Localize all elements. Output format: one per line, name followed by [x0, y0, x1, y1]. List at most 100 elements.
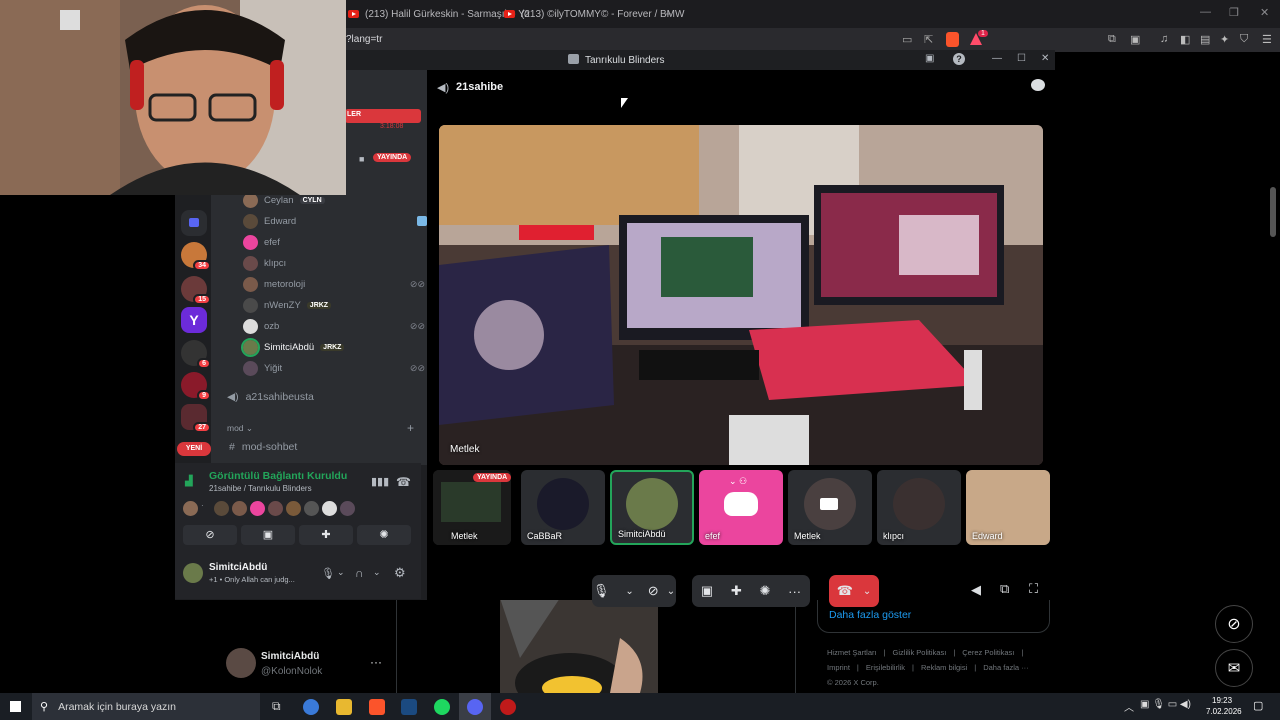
- footer-link[interactable]: Erişilebilirlik: [866, 660, 905, 675]
- server-icon[interactable]: 27: [181, 404, 211, 433]
- file-explorer-icon[interactable]: [336, 699, 352, 715]
- participant-tile[interactable]: CaBBaR: [521, 470, 605, 545]
- server-folder[interactable]: [181, 210, 207, 236]
- sidebar-icon[interactable]: ◧: [1180, 33, 1190, 46]
- grok-icon[interactable]: ⊘: [1215, 605, 1253, 643]
- voice-member[interactable]: SimitciAbdü JRKZ: [241, 337, 345, 357]
- windows-start-icon[interactable]: [10, 701, 21, 712]
- participant-tile[interactable]: klıpcı: [877, 470, 961, 545]
- fullscreen-icon[interactable]: ⛶: [1029, 581, 1038, 597]
- share-screen-icon[interactable]: ▣: [701, 583, 713, 599]
- text-channel[interactable]: # mod-sohbet: [229, 441, 297, 453]
- clock-date[interactable]: 7.02.2026: [1206, 707, 1242, 716]
- url-text[interactable]: ?lang=tr: [346, 34, 382, 45]
- user-name[interactable]: SimitciAbdü: [209, 562, 267, 573]
- messages-icon[interactable]: ✉: [1215, 649, 1253, 687]
- help-icon[interactable]: ?: [953, 53, 965, 65]
- event-banner[interactable]: LER: [345, 109, 421, 123]
- activities-button[interactable]: ✚: [299, 525, 353, 545]
- server-icon[interactable]: Y: [181, 307, 207, 333]
- page-scrollbar[interactable]: [1270, 187, 1276, 237]
- wallet-icon[interactable]: ▣: [1130, 33, 1140, 46]
- voice-member[interactable]: Edward: [243, 211, 427, 231]
- noise-suppression-icon[interactable]: ▮▮▮: [371, 475, 389, 488]
- signal-icon[interactable]: ▟: [185, 476, 193, 487]
- soundboard-icon[interactable]: ✺: [760, 583, 771, 599]
- wallet2-icon[interactable]: ▤: [1200, 33, 1210, 46]
- mute-mic-button[interactable]: 🎙 ⌄ ⊘ ⌄: [592, 575, 676, 607]
- add-channel-icon[interactable]: +: [407, 421, 414, 435]
- chat-bubble-icon[interactable]: [1031, 79, 1045, 91]
- footer-link[interactable]: Imprint: [827, 660, 850, 675]
- leo-icon[interactable]: ✦: [1220, 33, 1229, 46]
- copilot-icon[interactable]: [303, 699, 319, 715]
- chevron-down-icon[interactable]: ⌄: [337, 567, 345, 578]
- maximize-icon[interactable]: ☐: [1017, 53, 1026, 64]
- steam-icon[interactable]: [401, 699, 417, 715]
- close-icon[interactable]: ✕: [1260, 6, 1269, 19]
- more-icon[interactable]: ···: [788, 584, 801, 599]
- server-icon[interactable]: 34: [181, 242, 211, 271]
- user-status[interactable]: +1 • Only Allah can judg...: [209, 575, 295, 584]
- app-icon[interactable]: [500, 699, 516, 715]
- server-icon[interactable]: 6: [181, 340, 211, 369]
- voice-channel[interactable]: ◀) a21sahibeusta: [227, 391, 314, 403]
- voice-member[interactable]: Yiğit ⊘⊘: [243, 358, 425, 378]
- install-icon[interactable]: ▭: [902, 33, 912, 46]
- volume-icon[interactable]: ◀: [971, 582, 981, 598]
- headphones-icon[interactable]: ∩: [355, 566, 364, 580]
- minimize-icon[interactable]: —: [992, 53, 1002, 64]
- voice-member[interactable]: ozb ⊘⊘: [243, 316, 425, 336]
- post-image[interactable]: [500, 598, 658, 693]
- share-icon[interactable]: ⇱: [924, 33, 933, 46]
- server-icon[interactable]: 15: [181, 276, 211, 305]
- category-header[interactable]: mod ⌄: [227, 423, 253, 434]
- voice-member[interactable]: klıpcı: [243, 253, 286, 273]
- minimize-icon[interactable]: —: [1200, 6, 1211, 18]
- voice-member[interactable]: efef: [243, 232, 280, 252]
- tray-expand-icon[interactable]: ︿: [1124, 699, 1134, 714]
- footer-link[interactable]: Daha fazla ···: [983, 660, 1028, 675]
- extensions-icon[interactable]: ⧉: [1108, 33, 1116, 46]
- vpn-icon[interactable]: ⛉: [1240, 33, 1248, 46]
- show-more-link[interactable]: Daha fazla göster: [829, 609, 911, 621]
- new-tab-button[interactable]: +: [664, 6, 672, 21]
- notification-icon[interactable]: ▢: [1253, 699, 1263, 712]
- voice-location[interactable]: 21sahibe / Tanrıkulu Blinders: [209, 484, 312, 493]
- new-unreads-pill[interactable]: YENİ: [177, 442, 211, 456]
- leave-call-button[interactable]: ☎ ⌄: [829, 575, 879, 607]
- voice-member[interactable]: metoroloji ⊘⊘: [243, 274, 425, 294]
- microphone-icon[interactable]: 🎙: [321, 567, 335, 580]
- voice-status[interactable]: Görüntülü Bağlantı Kuruldu: [209, 470, 347, 482]
- share-screen-button[interactable]: ▣: [241, 525, 295, 545]
- camera-off-button[interactable]: ⊘: [183, 525, 237, 545]
- participant-tile[interactable]: SimitciAbdü: [610, 470, 694, 545]
- pop-out-icon[interactable]: ⧉: [1000, 581, 1009, 597]
- footer-link[interactable]: Çerez Politikası: [962, 645, 1014, 660]
- task-view-icon[interactable]: ⧉: [272, 699, 288, 715]
- clock-time[interactable]: 19:23: [1212, 696, 1232, 705]
- browser-tab[interactable]: (213) ©ilyTOMMY© - Forever / BMW: [496, 4, 692, 24]
- footer-link[interactable]: Hizmet Şartları: [827, 645, 877, 660]
- brave-browser-icon[interactable]: [369, 699, 385, 715]
- tray-icons[interactable]: ▣ 🎙 ▭ ◀): [1140, 699, 1191, 710]
- taskbar-search[interactable]: ⚲ Aramak için buraya yazın: [32, 693, 260, 720]
- post-avatar[interactable]: [226, 648, 256, 678]
- user-avatar[interactable]: [183, 563, 203, 583]
- activities-icon[interactable]: ✚: [731, 583, 742, 599]
- main-video-stream[interactable]: Metlek: [439, 125, 1043, 465]
- soundboard-button[interactable]: ✺: [357, 525, 411, 545]
- participant-tile[interactable]: YAYINDA Metlek: [433, 470, 511, 545]
- menu-icon[interactable]: ☰: [1262, 33, 1272, 46]
- server-icon[interactable]: 9: [181, 372, 211, 401]
- participant-tile[interactable]: Metlek: [788, 470, 872, 545]
- settings-gear-icon[interactable]: ⚙: [394, 565, 406, 581]
- chevron-down-icon[interactable]: ⌄: [373, 567, 381, 578]
- disconnect-icon[interactable]: ☎: [396, 475, 411, 489]
- post-author-handle[interactable]: @KolonNolok: [261, 666, 322, 677]
- footer-link[interactable]: Reklam bilgisi: [921, 660, 967, 675]
- footer-link[interactable]: Gizlilik Politikası: [893, 645, 947, 660]
- more-options-icon[interactable]: ···: [370, 655, 382, 669]
- inbox-icon[interactable]: ▣: [925, 53, 934, 64]
- voice-member[interactable]: nWenZY JRKZ: [243, 295, 332, 315]
